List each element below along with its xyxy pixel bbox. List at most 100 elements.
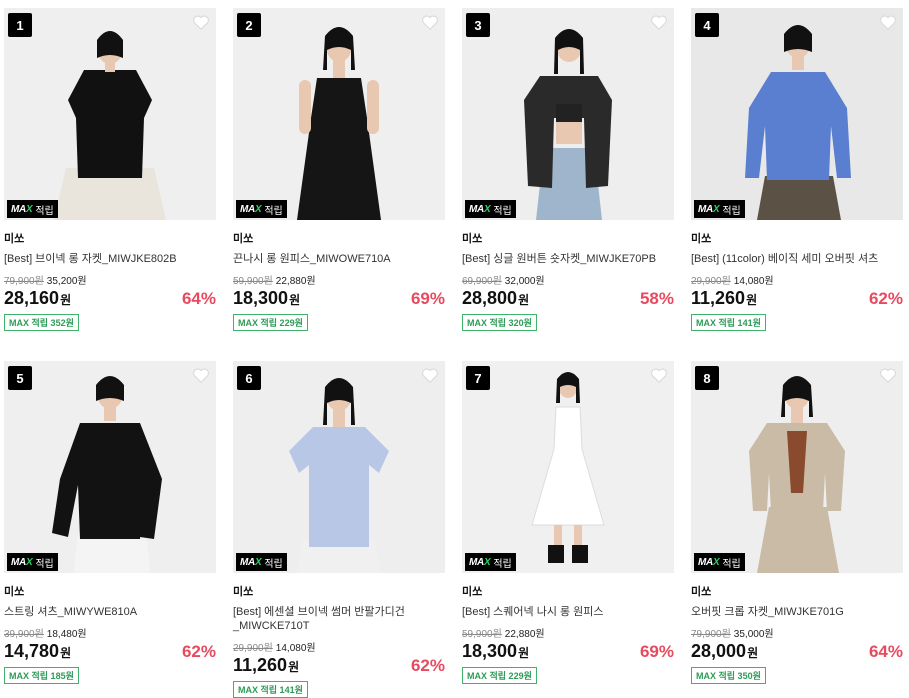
product-name[interactable]: 끈나시 롱 원피스_MIWOWE710A (233, 252, 445, 266)
product-card[interactable]: 3 MAX 적립 미쏘 [Best] 싱글 원버튼 숏자켓_MIWJKE70PB … (462, 8, 674, 331)
brand-name: 미쏘 (233, 586, 254, 598)
max-logo: MAX (698, 556, 720, 568)
product-photo (4, 8, 216, 220)
sale-price: 22,880원 (275, 276, 316, 287)
original-price: 29,900원 (691, 276, 731, 287)
product-image[interactable]: 4 MAX 적립 (691, 8, 903, 220)
final-price-value: 28,800 (462, 288, 518, 308)
final-price: 18,300원 (462, 641, 529, 662)
original-price: 29,900원 (233, 643, 273, 654)
product-photo (462, 8, 674, 220)
product-card[interactable]: 5 MAX 적립 미쏘 스트링 셔츠_MIWYWE810A 39,900원 18,4… (4, 361, 216, 684)
max-earn-badge: MAX 적립 (465, 553, 516, 571)
product-image[interactable]: 2 MAX 적립 (233, 8, 445, 220)
price-row: 11,260원 62% (691, 288, 903, 309)
product-image[interactable]: 3 MAX 적립 (462, 8, 674, 220)
product-image[interactable]: 5 MAX 적립 (4, 361, 216, 573)
heart-icon[interactable] (650, 367, 668, 383)
product-card[interactable]: 6 MAX 적립 미쏘 [Best] 에센셜 브이넥 썸머 반팔가디건_MIWCK… (233, 361, 445, 698)
heart-icon[interactable] (421, 367, 439, 383)
brand-name: 미쏘 (462, 233, 483, 245)
heart-icon[interactable] (192, 14, 210, 30)
heart-icon[interactable] (879, 367, 897, 383)
max-points-tag: MAX 적립 229원 (462, 667, 537, 684)
rank-badge: 5 (8, 366, 32, 390)
heart-icon[interactable] (879, 14, 897, 30)
currency-unit: 원 (746, 293, 758, 307)
product-name[interactable]: [Best] 스퀘어넥 나시 롱 원피스 (462, 605, 674, 619)
product-image[interactable]: 1 MAX 적립 (4, 8, 216, 220)
product-image[interactable]: 8 MAX 적립 (691, 361, 903, 573)
final-price: 11,260원 (233, 655, 299, 676)
product-photo (462, 361, 674, 573)
final-price-value: 18,300 (462, 641, 518, 661)
discount-rate: 62% (868, 289, 903, 308)
currency-unit: 원 (288, 660, 300, 674)
product-name[interactable]: [Best] 싱글 원버튼 숏자켓_MIWJKE70PB (462, 252, 674, 266)
final-price-value: 11,260 (691, 288, 746, 308)
price-detail: 79,900원 35,200원 (4, 272, 216, 287)
price-detail: 29,900원 14,080원 (233, 639, 445, 654)
price-row: 14,780원 62% (4, 641, 216, 662)
product-card[interactable]: 7 MAX 적립 미쏘 [Best] 스퀘어넥 나시 롱 원피스 59,900원 2… (462, 361, 674, 684)
product-name[interactable]: 스트링 셔츠_MIWYWE810A (4, 605, 216, 619)
max-points-tag: MAX 적립 229원 (233, 314, 308, 331)
currency-unit: 원 (60, 646, 72, 660)
heart-icon[interactable] (650, 14, 668, 30)
brand-name: 미쏘 (691, 233, 712, 245)
discount-rate: 64% (181, 289, 216, 308)
product-name[interactable]: [Best] 에센셜 브이넥 썸머 반팔가디건_MIWCKE710T (233, 605, 445, 633)
price-detail: 69,900원 32,000원 (462, 272, 674, 287)
product-image[interactable]: 7 MAX 적립 (462, 361, 674, 573)
product-card[interactable]: 2 MAX 적립 미쏘 끈나시 롱 원피스_MIWOWE710A 59,900원 2… (233, 8, 445, 331)
max-earn-label: 적립 (35, 558, 54, 570)
price-row: 18,300원 69% (462, 641, 674, 662)
price-row: 28,000원 64% (691, 641, 903, 662)
price-detail: 29,900원 14,080원 (691, 272, 903, 287)
product-photo (691, 361, 903, 573)
price-detail: 59,900원 22,880원 (462, 625, 674, 640)
sale-price: 14,080원 (733, 276, 774, 287)
max-points-tag: MAX 적립 141원 (691, 314, 766, 331)
product-photo (4, 361, 216, 573)
max-earn-badge: MAX 적립 (465, 200, 516, 218)
currency-unit: 원 (518, 646, 530, 660)
product-card[interactable]: 8 MAX 적립 미쏘 오버핏 크롭 자켓_MIWJKE701G 79,900원 3… (691, 361, 903, 684)
product-card[interactable]: 1 MAX 적립 미쏘 [Best] 브이넥 롱 자켓_MIWJKE802B 79… (4, 8, 216, 331)
currency-unit: 원 (747, 646, 759, 660)
final-price-value: 28,000 (691, 641, 747, 661)
final-price: 28,160원 (4, 288, 71, 309)
discount-rate: 62% (410, 656, 445, 675)
original-price: 79,900원 (4, 276, 44, 287)
max-earn-label: 적립 (35, 205, 54, 217)
rank-badge: 1 (8, 13, 32, 37)
final-price: 18,300원 (233, 288, 300, 309)
max-logo: MAX (11, 203, 33, 215)
max-earn-label: 적립 (722, 205, 741, 217)
product-name[interactable]: 오버핏 크롭 자켓_MIWJKE701G (691, 605, 903, 619)
price-row: 28,800원 58% (462, 288, 674, 309)
product-photo (691, 8, 903, 220)
product-card[interactable]: 4 MAX 적립 미쏘 [Best] (11color) 베이직 세미 오버핏 셔… (691, 8, 903, 331)
currency-unit: 원 (289, 293, 301, 307)
sale-price: 14,080원 (275, 643, 316, 654)
max-earn-badge: MAX 적립 (7, 553, 58, 571)
brand-name: 미쏘 (4, 586, 25, 598)
final-price-value: 28,160 (4, 288, 60, 308)
max-earn-badge: MAX 적립 (236, 553, 287, 571)
product-name[interactable]: [Best] 브이넥 롱 자켓_MIWJKE802B (4, 252, 216, 266)
heart-icon[interactable] (192, 367, 210, 383)
max-earn-badge: MAX 적립 (236, 200, 287, 218)
max-earn-badge: MAX 적립 (7, 200, 58, 218)
original-price: 69,900원 (462, 276, 502, 287)
final-price: 14,780원 (4, 641, 71, 662)
currency-unit: 원 (60, 293, 72, 307)
discount-rate: 58% (639, 289, 674, 308)
product-name[interactable]: [Best] (11color) 베이직 세미 오버핏 셔츠 (691, 252, 903, 266)
heart-icon[interactable] (421, 14, 439, 30)
max-earn-label: 적립 (264, 558, 283, 570)
max-earn-label: 적립 (264, 205, 283, 217)
rank-badge: 8 (695, 366, 719, 390)
currency-unit: 원 (518, 293, 530, 307)
product-image[interactable]: 6 MAX 적립 (233, 361, 445, 573)
